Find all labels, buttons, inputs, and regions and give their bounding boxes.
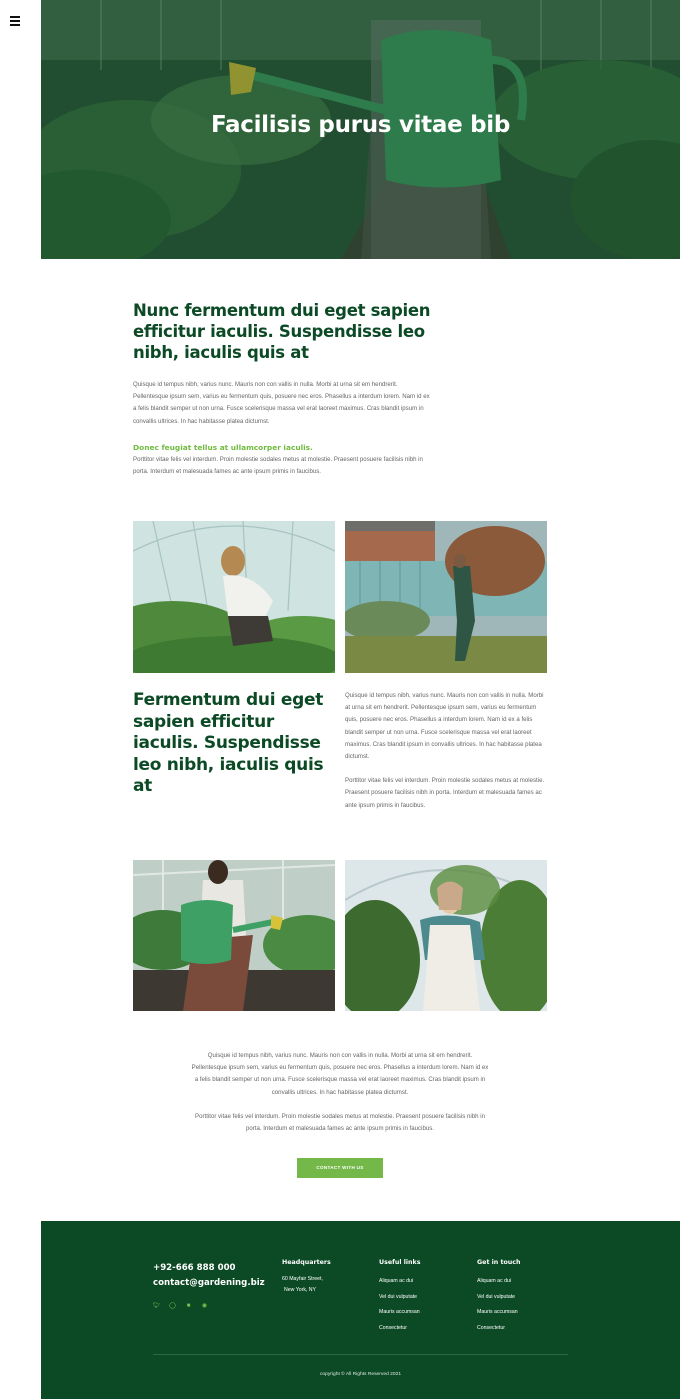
intro-subheading: Donec feugiat tellus at ullamcorper iacu…: [133, 442, 313, 452]
address-line-1: 60 Mayfair Street,: [282, 1276, 323, 1282]
intro-section: Nunc fermentum dui eget sapien efficitur…: [133, 300, 433, 478]
feature-text: Quisque id tempus nibh, varius nunc. Mau…: [345, 690, 548, 812]
photo-woman-plants: [345, 860, 547, 1011]
intro-paragraph-2: Porttitor vitae felis vel interdum. Proi…: [133, 455, 423, 476]
touch-link[interactable]: Vel dui vulputate: [477, 1290, 521, 1306]
hamburger-menu-icon[interactable]: [10, 15, 22, 26]
footer-divider: [153, 1354, 568, 1355]
footer-contact: +92-666 888 000 contact@gardening.biz: [153, 1261, 265, 1290]
photo-woman-greenhouse: [133, 521, 335, 673]
footer-email[interactable]: contact@gardening.biz: [153, 1276, 265, 1291]
get-in-touch-title: Get in touch: [477, 1259, 521, 1266]
footer-useful-links: Useful links Aliquam ac dui Vel dui vulp…: [379, 1259, 420, 1336]
copyright: copyright © All Rights Reserved 2021: [319, 1372, 402, 1377]
touch-link[interactable]: Mauris accumsan: [477, 1305, 521, 1321]
photo-watering-can: [133, 860, 335, 1011]
closing-paragraph: Quisque id tempus nibh, varius nunc. Mau…: [191, 1052, 489, 1096]
footer: +92-666 888 000 contact@gardening.biz 🐦︎…: [41, 1221, 680, 1399]
photo-man-garden: [345, 521, 547, 673]
hero-title: Facilisis purus vitae bib: [210, 112, 510, 138]
contact-button[interactable]: CONTACT WITH US: [297, 1158, 383, 1178]
closing-text: Quisque id tempus nibh, varius nunc. Mau…: [190, 1050, 490, 1135]
feature-paragraph: Quisque id tempus nibh, varius nunc. Mau…: [345, 692, 544, 761]
useful-link[interactable]: Mauris accumsan: [379, 1305, 420, 1321]
feature-heading: Fermentum dui eget sapien efficitur iacu…: [133, 690, 324, 796]
useful-links-title: Useful links: [379, 1259, 421, 1266]
touch-link[interactable]: Consectetur: [477, 1321, 521, 1337]
touch-link[interactable]: Aliquam ac dui: [477, 1274, 521, 1290]
footer-headquarters: Headquarters 60 Mayfair Street, New York…: [282, 1259, 331, 1296]
twitter-icon[interactable]: 🐦︎: [153, 1303, 161, 1310]
address-line-2: New York, NY: [284, 1287, 317, 1293]
footer-get-in-touch: Get in touch Aliquam ac dui Vel dui vulp…: [477, 1259, 521, 1336]
feature-paragraph-2: Porttitor vitae felis vel interdum. Proi…: [345, 777, 545, 809]
side-nav: [0, 0, 41, 1399]
useful-link[interactable]: Aliquam ac dui: [379, 1274, 420, 1290]
pinterest-icon[interactable]: ◉: [201, 1303, 208, 1310]
closing-paragraph-2: Porttitor vitae felis vel interdum. Proi…: [195, 1112, 485, 1133]
headquarters-title: Headquarters: [282, 1259, 331, 1266]
instagram-icon[interactable]: ◯: [169, 1303, 176, 1310]
facebook-icon[interactable]: ■: [185, 1303, 192, 1310]
intro-paragraph: Quisque id tempus nibh, varius nunc. Mau…: [133, 381, 430, 425]
intro-heading: Nunc fermentum dui eget sapien efficitur…: [133, 301, 431, 362]
hero-banner: Facilisis purus vitae bib: [41, 0, 680, 259]
useful-link[interactable]: Consectetur: [379, 1321, 420, 1337]
footer-phone[interactable]: +92-666 888 000: [153, 1261, 265, 1276]
social-links: 🐦︎ ◯ ■ ◉: [153, 1303, 208, 1310]
useful-link[interactable]: Vel dui vulputate: [379, 1290, 420, 1306]
